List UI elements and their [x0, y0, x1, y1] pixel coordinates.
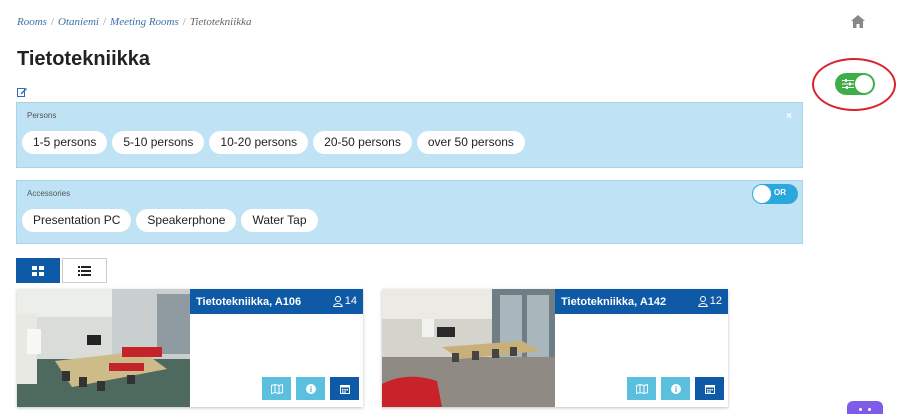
- breadcrumb-current: Tietotekniikka: [189, 16, 252, 28]
- breadcrumb-link-meeting-rooms[interactable]: Meeting Rooms: [110, 16, 179, 28]
- close-icon[interactable]: ×: [786, 111, 792, 122]
- persons-chip[interactable]: 5-10 persons: [112, 131, 205, 154]
- map-icon: [270, 383, 283, 394]
- breadcrumb-link-otaniemi[interactable]: Otaniemi: [58, 16, 99, 28]
- toggle-knob: [753, 185, 771, 203]
- info-button[interactable]: [296, 377, 325, 400]
- room-card[interactable]: Tietotekniikka, A106 14: [17, 289, 363, 407]
- chat-widget-button[interactable]: [847, 401, 883, 414]
- capacity-value: 12: [709, 295, 722, 307]
- breadcrumb-separator: /: [182, 16, 186, 28]
- persons-chip[interactable]: over 50 persons: [416, 131, 525, 154]
- breadcrumb-separator: /: [50, 16, 55, 28]
- room-actions: [627, 377, 724, 400]
- or-toggle[interactable]: OR: [752, 184, 798, 204]
- annotation-circle: [812, 58, 896, 111]
- accessories-filter-panel: Accessories OR Presentation PC Speakerph…: [16, 180, 803, 244]
- info-button[interactable]: [661, 377, 690, 400]
- map-button[interactable]: [627, 377, 656, 400]
- map-icon: [635, 383, 648, 394]
- breadcrumb-link-rooms[interactable]: Rooms: [17, 16, 47, 28]
- edit-icon[interactable]: [17, 87, 27, 97]
- room-card[interactable]: Tietotekniikka, A142 12: [382, 289, 728, 407]
- accessories-label: Accessories: [27, 189, 71, 198]
- info-icon: [305, 383, 316, 394]
- home-icon[interactable]: [851, 15, 865, 28]
- persons-options: 1-5 persons 5-10 persons 10-20 persons 2…: [22, 131, 525, 154]
- chat-dot: [868, 408, 871, 411]
- room-card-header: Tietotekniikka, A106 14: [190, 289, 363, 314]
- persons-chip[interactable]: 10-20 persons: [209, 131, 309, 154]
- breadcrumb-separator: /: [102, 16, 107, 28]
- page-title: Tietotekniikka: [17, 48, 151, 70]
- accessory-chip[interactable]: Speakerphone: [136, 209, 237, 232]
- accessory-chip[interactable]: Water Tap: [241, 209, 318, 232]
- room-actions: [262, 377, 359, 400]
- user-icon: [333, 295, 343, 307]
- persons-filter-panel: Persons × 1-5 persons 5-10 persons 10-20…: [16, 102, 803, 168]
- room-capacity: 14: [333, 295, 357, 307]
- capacity-value: 14: [344, 295, 357, 307]
- calendar-icon: [704, 384, 715, 394]
- persons-chip[interactable]: 1-5 persons: [22, 131, 108, 154]
- persons-chip[interactable]: 20-50 persons: [313, 131, 412, 154]
- room-card-header: Tietotekniikka, A142 12: [555, 289, 728, 314]
- accessories-options: Presentation PC Speakerphone Water Tap: [22, 209, 318, 232]
- info-icon: [670, 383, 681, 394]
- calendar-button[interactable]: [695, 377, 724, 400]
- accessory-chip[interactable]: Presentation PC: [22, 209, 132, 232]
- room-name[interactable]: Tietotekniikka, A142: [561, 296, 666, 308]
- user-icon: [698, 295, 708, 307]
- list-icon: [78, 266, 91, 276]
- calendar-icon: [339, 384, 350, 394]
- room-capacity: 12: [698, 295, 722, 307]
- persons-label: Persons: [27, 111, 57, 120]
- grid-icon: [32, 266, 44, 276]
- breadcrumb: Rooms / Otaniemi / Meeting Rooms / Tietoteknii…: [17, 16, 252, 28]
- room-photo[interactable]: [382, 289, 555, 407]
- calendar-button[interactable]: [330, 377, 359, 400]
- map-button[interactable]: [262, 377, 291, 400]
- or-toggle-label: OR: [774, 188, 786, 197]
- chat-dot: [859, 408, 862, 411]
- room-name[interactable]: Tietotekniikka, A106: [196, 296, 301, 308]
- room-photo[interactable]: [17, 289, 190, 407]
- grid-view-button[interactable]: [16, 258, 60, 283]
- list-view-button[interactable]: [62, 258, 107, 283]
